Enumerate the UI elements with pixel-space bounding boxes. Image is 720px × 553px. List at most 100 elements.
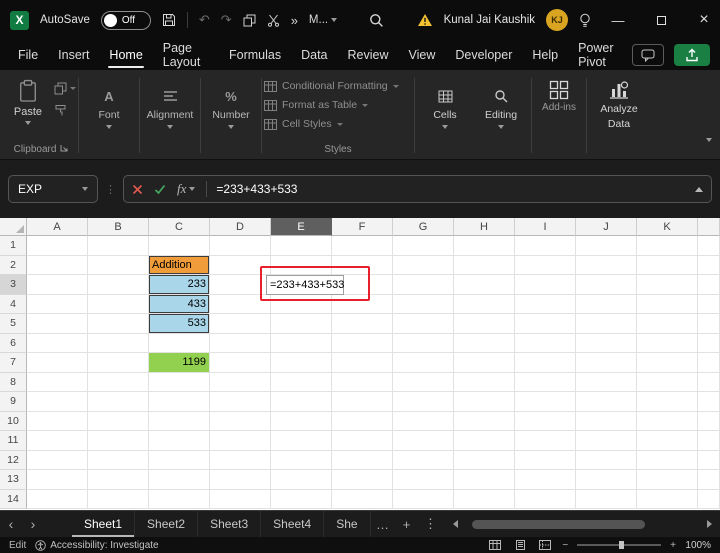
row-header-7[interactable]: 7 [0, 353, 27, 373]
cell-C3[interactable]: 233 [149, 275, 210, 295]
cell-K7[interactable] [637, 353, 698, 373]
lightbulb-button[interactable] [579, 13, 591, 28]
cell-J1[interactable] [576, 236, 637, 256]
cell-I12[interactable] [515, 450, 576, 470]
cell-F14[interactable] [332, 489, 393, 509]
cell-G3[interactable] [393, 275, 454, 295]
cell-B12[interactable] [88, 450, 149, 470]
cell-J11[interactable] [576, 431, 637, 451]
cell-K11[interactable] [637, 431, 698, 451]
cell-B11[interactable] [88, 431, 149, 451]
cell-C10[interactable] [149, 411, 210, 431]
cell-A2[interactable] [27, 255, 88, 275]
cell-G6[interactable] [393, 333, 454, 353]
cell-H6[interactable] [454, 333, 515, 353]
cell-B9[interactable] [88, 392, 149, 412]
zoom-slider[interactable] [577, 540, 662, 550]
cell-D1[interactable] [210, 236, 271, 256]
cell-A12[interactable] [27, 450, 88, 470]
cell-A9[interactable] [27, 392, 88, 412]
formula-input[interactable]: =233+433+533 [216, 182, 297, 196]
scroll-left-icon[interactable] [452, 520, 458, 528]
column-header-C[interactable]: C [149, 218, 210, 236]
cell-G13[interactable] [393, 470, 454, 490]
cell-K8[interactable] [637, 372, 698, 392]
cell-D12[interactable] [210, 450, 271, 470]
cell-H9[interactable] [454, 392, 515, 412]
format-as-table-button[interactable]: Format as Table [264, 99, 412, 111]
cell-A10[interactable] [27, 411, 88, 431]
formula-bar-splitter[interactable]: ⋮ [105, 183, 116, 196]
cell-K5[interactable] [637, 314, 698, 334]
cell-H11[interactable] [454, 431, 515, 451]
prev-sheet-button[interactable]: ‹ [0, 511, 22, 537]
warning-icon[interactable] [417, 13, 433, 27]
cell-H2[interactable] [454, 255, 515, 275]
cell-B8[interactable] [88, 372, 149, 392]
insert-function-button[interactable]: fx [177, 181, 196, 197]
select-all-corner[interactable] [0, 218, 27, 236]
cell-A14[interactable] [27, 489, 88, 509]
cell-G5[interactable] [393, 314, 454, 334]
cell-C12[interactable] [149, 450, 210, 470]
cell-A7[interactable] [27, 353, 88, 373]
cell-C9[interactable] [149, 392, 210, 412]
cell-A1[interactable] [27, 236, 88, 256]
cell-G12[interactable] [393, 450, 454, 470]
cell-D8[interactable] [210, 372, 271, 392]
cell-G4[interactable] [393, 294, 454, 314]
cell-F9[interactable] [332, 392, 393, 412]
cell-G10[interactable] [393, 411, 454, 431]
copy-ribbon-button[interactable] [54, 82, 76, 95]
cell-B2[interactable] [88, 255, 149, 275]
menu-tab-home[interactable]: Home [99, 40, 152, 70]
paste-button[interactable]: Paste [6, 76, 50, 125]
cell-C11[interactable] [149, 431, 210, 451]
cell-F12[interactable] [332, 450, 393, 470]
cell-I7[interactable] [515, 353, 576, 373]
cell-D5[interactable] [210, 314, 271, 334]
cell-D10[interactable] [210, 411, 271, 431]
cell-G11[interactable] [393, 431, 454, 451]
scrollbar-thumb[interactable] [472, 519, 645, 529]
cell-E4[interactable] [271, 294, 332, 314]
sheet-tab-she[interactable]: She [324, 511, 371, 537]
cell-C1[interactable] [149, 236, 210, 256]
format-painter-button[interactable] [54, 104, 76, 117]
more-sheets-button[interactable]: … [371, 511, 395, 537]
cell-C6[interactable] [149, 333, 210, 353]
cell-D13[interactable] [210, 470, 271, 490]
addins-button[interactable] [534, 74, 584, 100]
cell-E9[interactable] [271, 392, 332, 412]
menu-tab-data[interactable]: Data [291, 40, 337, 70]
cell-H12[interactable] [454, 450, 515, 470]
row-header-13[interactable]: 13 [0, 470, 27, 490]
cell-B5[interactable] [88, 314, 149, 334]
cell-A13[interactable] [27, 470, 88, 490]
redo-button[interactable]: ↷ [221, 12, 232, 28]
cut-button[interactable] [267, 14, 280, 27]
mode-dropdown-button[interactable]: M... [309, 14, 338, 26]
cell-editor[interactable]: =233+433+533 [266, 275, 344, 295]
cell-F4[interactable] [332, 294, 393, 314]
accessibility-status[interactable]: Accessibility: Investigate [35, 540, 159, 551]
page-layout-view-button[interactable] [512, 540, 528, 550]
cell-I10[interactable] [515, 411, 576, 431]
cell-styles-button[interactable]: Cell Styles [264, 118, 412, 130]
conditional-formatting-button[interactable]: Conditional Formatting [264, 80, 412, 92]
cell-E2[interactable] [271, 255, 332, 275]
cell-J5[interactable] [576, 314, 637, 334]
cell-C4[interactable]: 433 [149, 294, 210, 314]
cell-C2[interactable]: Addition [149, 255, 210, 275]
row-header-1[interactable]: 1 [0, 236, 27, 256]
row-header-5[interactable]: 5 [0, 314, 27, 334]
cell-A5[interactable] [27, 314, 88, 334]
sheet-tab-sheet2[interactable]: Sheet2 [135, 511, 199, 537]
cell-K10[interactable] [637, 411, 698, 431]
clipboard-dialog-launcher[interactable] [60, 144, 68, 155]
cell-D4[interactable] [210, 294, 271, 314]
cell-J6[interactable] [576, 333, 637, 353]
scroll-right-icon[interactable] [707, 520, 712, 528]
scrollbar-track[interactable] [463, 519, 702, 529]
cell-E1[interactable] [271, 236, 332, 256]
